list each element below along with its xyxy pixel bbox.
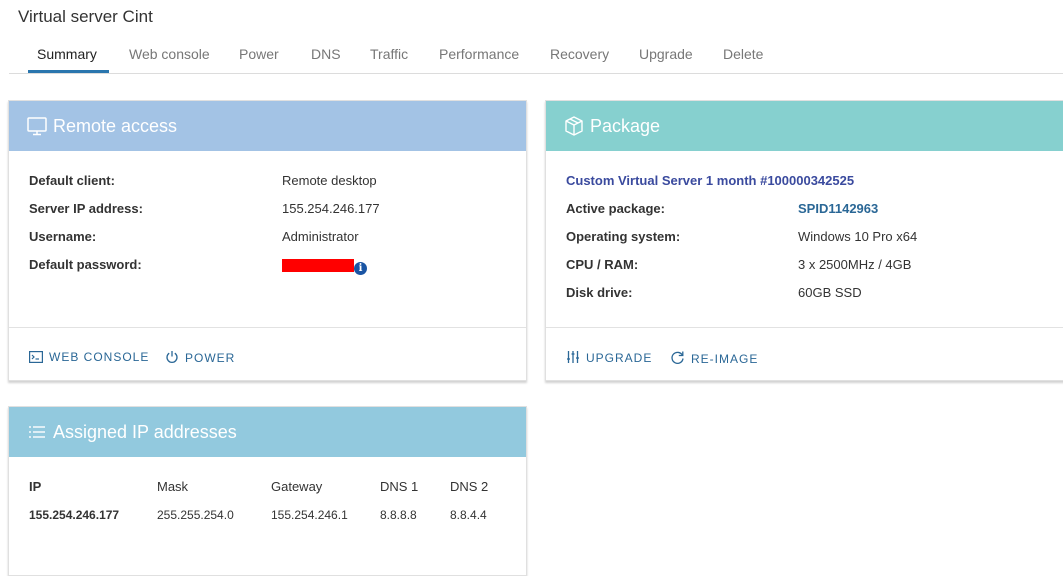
- cell-dns2: 8.8.4.4: [450, 508, 487, 522]
- power-label: POWER: [185, 351, 236, 365]
- cpu-ram-label: CPU / RAM:: [566, 257, 639, 272]
- upgrade-label: UPGRADE: [586, 351, 653, 365]
- tab-performance[interactable]: Performance: [439, 46, 519, 62]
- power-icon: [166, 351, 178, 363]
- ip-addresses-header: Assigned IP addresses: [9, 407, 526, 457]
- tab-delete[interactable]: Delete: [723, 46, 763, 62]
- server-ip-label: Server IP address:: [29, 201, 143, 216]
- tab-bar: Summary Web console Power DNS Traffic Pe…: [9, 40, 1063, 74]
- info-icon[interactable]: i: [354, 262, 367, 275]
- monitor-icon: [27, 117, 47, 136]
- column-header-mask: Mask: [157, 479, 189, 494]
- remote-access-footer: WEB CONSOLE POWER: [9, 327, 526, 380]
- username-label: Username:: [29, 229, 97, 244]
- refresh-icon: [671, 351, 684, 364]
- page-title: Virtual server Cint: [18, 7, 153, 26]
- remote-access-title: Remote access: [53, 116, 178, 136]
- console-icon: [29, 351, 44, 364]
- cell-ip: 155.254.246.177: [29, 508, 120, 522]
- tab-summary[interactable]: Summary: [37, 46, 97, 62]
- column-header-dns2: DNS 2: [450, 479, 489, 494]
- column-header-dns1: DNS 1: [380, 479, 419, 494]
- sliders-icon: [567, 351, 579, 363]
- active-tab-indicator: [28, 70, 109, 73]
- remote-access-header: Remote access: [9, 101, 526, 151]
- list-icon: [29, 426, 45, 438]
- re-image-button[interactable]: RE-IMAGE: [670, 350, 758, 366]
- ip-addresses-title: Assigned IP addresses: [53, 422, 237, 442]
- default-client-row: Default client:: [29, 173, 115, 188]
- server-ip-row: Server IP address:: [29, 201, 143, 216]
- tab-traffic[interactable]: Traffic: [370, 46, 408, 62]
- username-row: Username:: [29, 229, 96, 244]
- tab-recovery[interactable]: Recovery: [550, 46, 609, 62]
- default-client-label: Default client:: [29, 173, 115, 188]
- package-header: Package: [546, 101, 1063, 151]
- package-footer: UPGRADE RE-IMAGE: [546, 327, 1063, 380]
- tab-power[interactable]: Power: [239, 46, 279, 62]
- upgrade-button[interactable]: UPGRADE: [566, 350, 652, 365]
- server-ip-value: 155.254.246.177: [282, 201, 380, 216]
- box-icon: [565, 116, 583, 136]
- cell-mask: 255.255.254.0: [157, 508, 234, 522]
- power-button[interactable]: POWER: [165, 350, 235, 365]
- default-client-value: Remote desktop: [282, 173, 377, 188]
- ip-addresses-card: Assigned IP addresses IP Mask Gateway DN…: [8, 406, 527, 576]
- tab-web-console[interactable]: Web console: [129, 46, 210, 62]
- password-redaction: [282, 259, 354, 272]
- operating-system-label: Operating system:: [566, 229, 681, 244]
- column-header-gateway: Gateway: [271, 479, 323, 494]
- tab-dns[interactable]: DNS: [311, 46, 341, 62]
- username-value: Administrator: [282, 229, 359, 244]
- default-password-row: Default password:: [29, 257, 142, 272]
- active-package-label: Active package:: [566, 201, 665, 216]
- web-console-button[interactable]: WEB CONSOLE: [29, 350, 149, 364]
- operating-system-value: Windows 10 Pro x64: [798, 229, 918, 244]
- cpu-ram-value: 3 x 2500MHz / 4GB: [798, 257, 912, 272]
- default-password-value: i: [282, 258, 367, 275]
- web-console-label: WEB CONSOLE: [49, 350, 150, 364]
- package-title: Package: [590, 116, 661, 136]
- package-card: Package Custom Virtual Server 1 month #1…: [545, 100, 1063, 381]
- disk-drive-label: Disk drive:: [566, 285, 633, 300]
- remote-access-card: Remote access Default client: Remote des…: [8, 100, 527, 381]
- column-header-ip: IP: [29, 479, 42, 494]
- re-image-label: RE-IMAGE: [691, 352, 759, 366]
- default-password-label: Default password:: [29, 257, 142, 272]
- tab-upgrade[interactable]: Upgrade: [639, 46, 693, 62]
- active-package-link[interactable]: SPID1142963: [798, 201, 878, 216]
- disk-drive-value: 60GB SSD: [798, 285, 862, 300]
- package-name-link[interactable]: Custom Virtual Server 1 month #100000342…: [566, 173, 854, 188]
- cell-gateway: 155.254.246.1: [271, 508, 348, 522]
- cell-dns1: 8.8.8.8: [380, 508, 417, 522]
